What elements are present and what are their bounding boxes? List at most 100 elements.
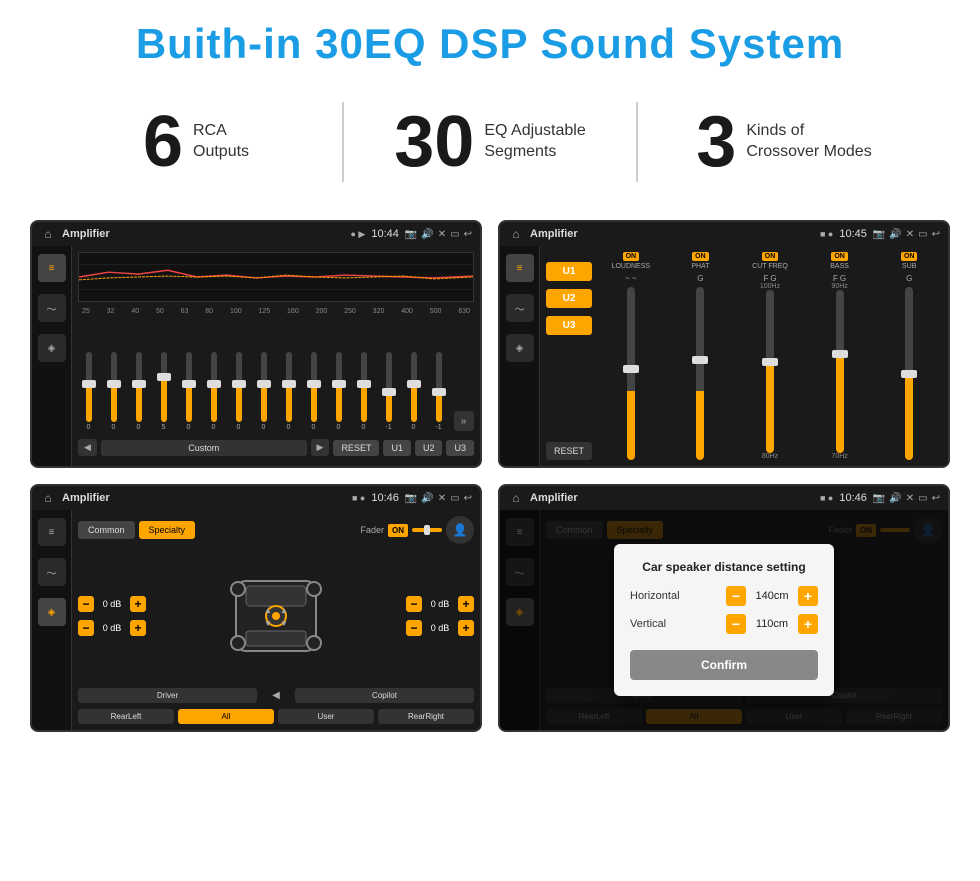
all-btn[interactable]: All: [178, 709, 274, 724]
specialty-tab[interactable]: Specialty: [139, 521, 196, 539]
sub-on: ON: [901, 252, 918, 261]
channel-sliders: ON LOUDNESS ~~ ON PHAT G: [598, 252, 942, 460]
sub-slider[interactable]: [905, 287, 913, 460]
eq-u2-btn[interactable]: U2: [415, 440, 443, 456]
dialog-status-time: 10:46: [839, 492, 867, 504]
speaker-side-btn-3[interactable]: ◈: [38, 598, 66, 626]
camera-icon: 📷: [405, 229, 417, 240]
camera-icon-2: 📷: [873, 229, 885, 240]
eq-slider-2: 0: [128, 352, 149, 431]
crossover-side-btn-1[interactable]: ≡: [506, 254, 534, 282]
speaker-bottom-btns: Driver ◀ Copilot: [78, 688, 474, 703]
cutfreq-slider[interactable]: [766, 290, 774, 453]
speaker-side-btn-1[interactable]: ≡: [38, 518, 66, 546]
horizontal-value: 140cm: [752, 590, 792, 602]
rr-plus-btn[interactable]: +: [458, 620, 474, 636]
crossover-status-time: 10:45: [839, 228, 867, 240]
user-btn[interactable]: User: [278, 709, 374, 724]
freq-40: 40: [131, 308, 139, 315]
rearleft-btn[interactable]: RearLeft: [78, 709, 174, 724]
battery-icon-2: ▭: [918, 229, 927, 240]
fl-minus-btn[interactable]: −: [78, 596, 94, 612]
eq-u3-btn[interactable]: U3: [446, 440, 474, 456]
eq-slider-13: 0: [403, 352, 424, 431]
horizontal-minus-btn[interactable]: −: [726, 586, 746, 606]
driver-btn[interactable]: Driver: [78, 688, 257, 703]
eq-slider-8: 0: [278, 352, 299, 431]
u1-button[interactable]: U1: [546, 262, 592, 281]
eq-prev-btn[interactable]: ◀: [78, 439, 97, 456]
volume-icon-3: 🔊: [421, 493, 433, 504]
rr-minus-btn[interactable]: −: [406, 620, 422, 636]
horizontal-plus-btn[interactable]: +: [798, 586, 818, 606]
phat-label: PHAT: [691, 263, 709, 270]
dialog-horizontal-label: Horizontal: [630, 590, 680, 602]
u3-button[interactable]: U3: [546, 316, 592, 335]
page-container: Buith-in 30EQ DSP Sound System 6 RCAOutp…: [0, 0, 980, 752]
speaker-bottom-btns2: RearLeft All User RearRight: [78, 709, 474, 724]
confirm-button[interactable]: Confirm: [630, 650, 818, 680]
crossover-side-btn-3[interactable]: ◈: [506, 334, 534, 362]
fl-plus-btn[interactable]: +: [130, 596, 146, 612]
dialog-overlay: Car speaker distance setting Horizontal …: [500, 510, 948, 730]
eq-next-btn[interactable]: ▶: [311, 439, 330, 456]
bass-freq: 90Hz: [831, 283, 847, 290]
eq-side-btn-2[interactable]: 〜: [38, 294, 66, 322]
fader-on-badge: ON: [388, 524, 408, 537]
loudness-slider[interactable]: [627, 287, 635, 460]
crossover-reset-btn[interactable]: RESET: [546, 442, 592, 460]
svg-text:▲: ▲: [264, 606, 272, 615]
speaker-tabs: Common Specialty: [78, 521, 195, 539]
eq-slider-arrow[interactable]: »: [453, 411, 474, 431]
freq-25: 25: [82, 308, 90, 315]
bass-slider[interactable]: [836, 290, 844, 453]
dialog-horizontal-control: − 140cm +: [726, 586, 818, 606]
phat-slider[interactable]: [696, 287, 704, 460]
stat-eq: 30 EQ AdjustableSegments: [364, 106, 616, 178]
speaker-main: Common Specialty Fader ON 👤: [72, 510, 480, 730]
speaker-status-bar: ⌂ Amplifier ■ ● 10:46 📷 🔊 ✕ ▭ ↩: [32, 486, 480, 510]
rl-plus-btn[interactable]: +: [130, 620, 146, 636]
common-tab[interactable]: Common: [78, 521, 135, 539]
eq-more-arrow[interactable]: »: [454, 411, 474, 431]
vertical-plus-btn[interactable]: +: [798, 614, 818, 634]
speaker-status-time: 10:46: [371, 492, 399, 504]
vertical-minus-btn[interactable]: −: [726, 614, 746, 634]
wifi-icon: ✕: [438, 229, 446, 240]
fader-slider[interactable]: [412, 528, 442, 532]
eq-slider-3: 5: [153, 352, 174, 431]
battery-icon: ▭: [450, 229, 459, 240]
copilot-btn[interactable]: Copilot: [295, 688, 474, 703]
eq-side-btn-1[interactable]: ≡: [38, 254, 66, 282]
crossover-side-btn-2[interactable]: 〜: [506, 294, 534, 322]
rearright-btn[interactable]: RearRight: [378, 709, 474, 724]
stat-crossover-label: Kinds ofCrossover Modes: [746, 121, 871, 163]
eq-reset-btn[interactable]: RESET: [333, 440, 379, 456]
fr-plus-btn[interactable]: +: [458, 596, 474, 612]
speaker-side-btn-2[interactable]: 〜: [38, 558, 66, 586]
back-icon-4: ↩: [932, 493, 940, 504]
volume-icon-2: 🔊: [889, 229, 901, 240]
loudness-label: LOUDNESS: [612, 263, 651, 270]
eq-u1-btn[interactable]: U1: [383, 440, 411, 456]
rl-vol-value: 0 dB: [98, 623, 126, 633]
back-icon-2: ↩: [932, 229, 940, 240]
crossover-dots: ■ ●: [820, 229, 833, 239]
svg-text:▼: ▼: [264, 619, 272, 628]
stat-eq-number: 30: [394, 106, 474, 178]
cutfreq-freq: 100Hz: [760, 283, 780, 290]
eq-slider-4: 0: [178, 352, 199, 431]
dialog-vertical-row: Vertical − 110cm +: [630, 614, 818, 634]
vol-ctrl-fl: − 0 dB +: [78, 596, 146, 612]
eq-slider-6: 0: [228, 352, 249, 431]
eq-side-btn-3[interactable]: ◈: [38, 334, 66, 362]
channel-loudness: ON LOUDNESS ~~: [598, 252, 664, 460]
eq-status-bar: ⌂ Amplifier ● ▶ 10:44 📷 🔊 ✕ ▭ ↩: [32, 222, 480, 246]
crossover-status-title: Amplifier: [530, 228, 814, 240]
u2-button[interactable]: U2: [546, 289, 592, 308]
back-icon: ↩: [464, 229, 472, 240]
profile-btn[interactable]: 👤: [446, 516, 474, 544]
fader-row: Fader ON 👤: [360, 516, 474, 544]
fr-minus-btn[interactable]: −: [406, 596, 422, 612]
rl-minus-btn[interactable]: −: [78, 620, 94, 636]
